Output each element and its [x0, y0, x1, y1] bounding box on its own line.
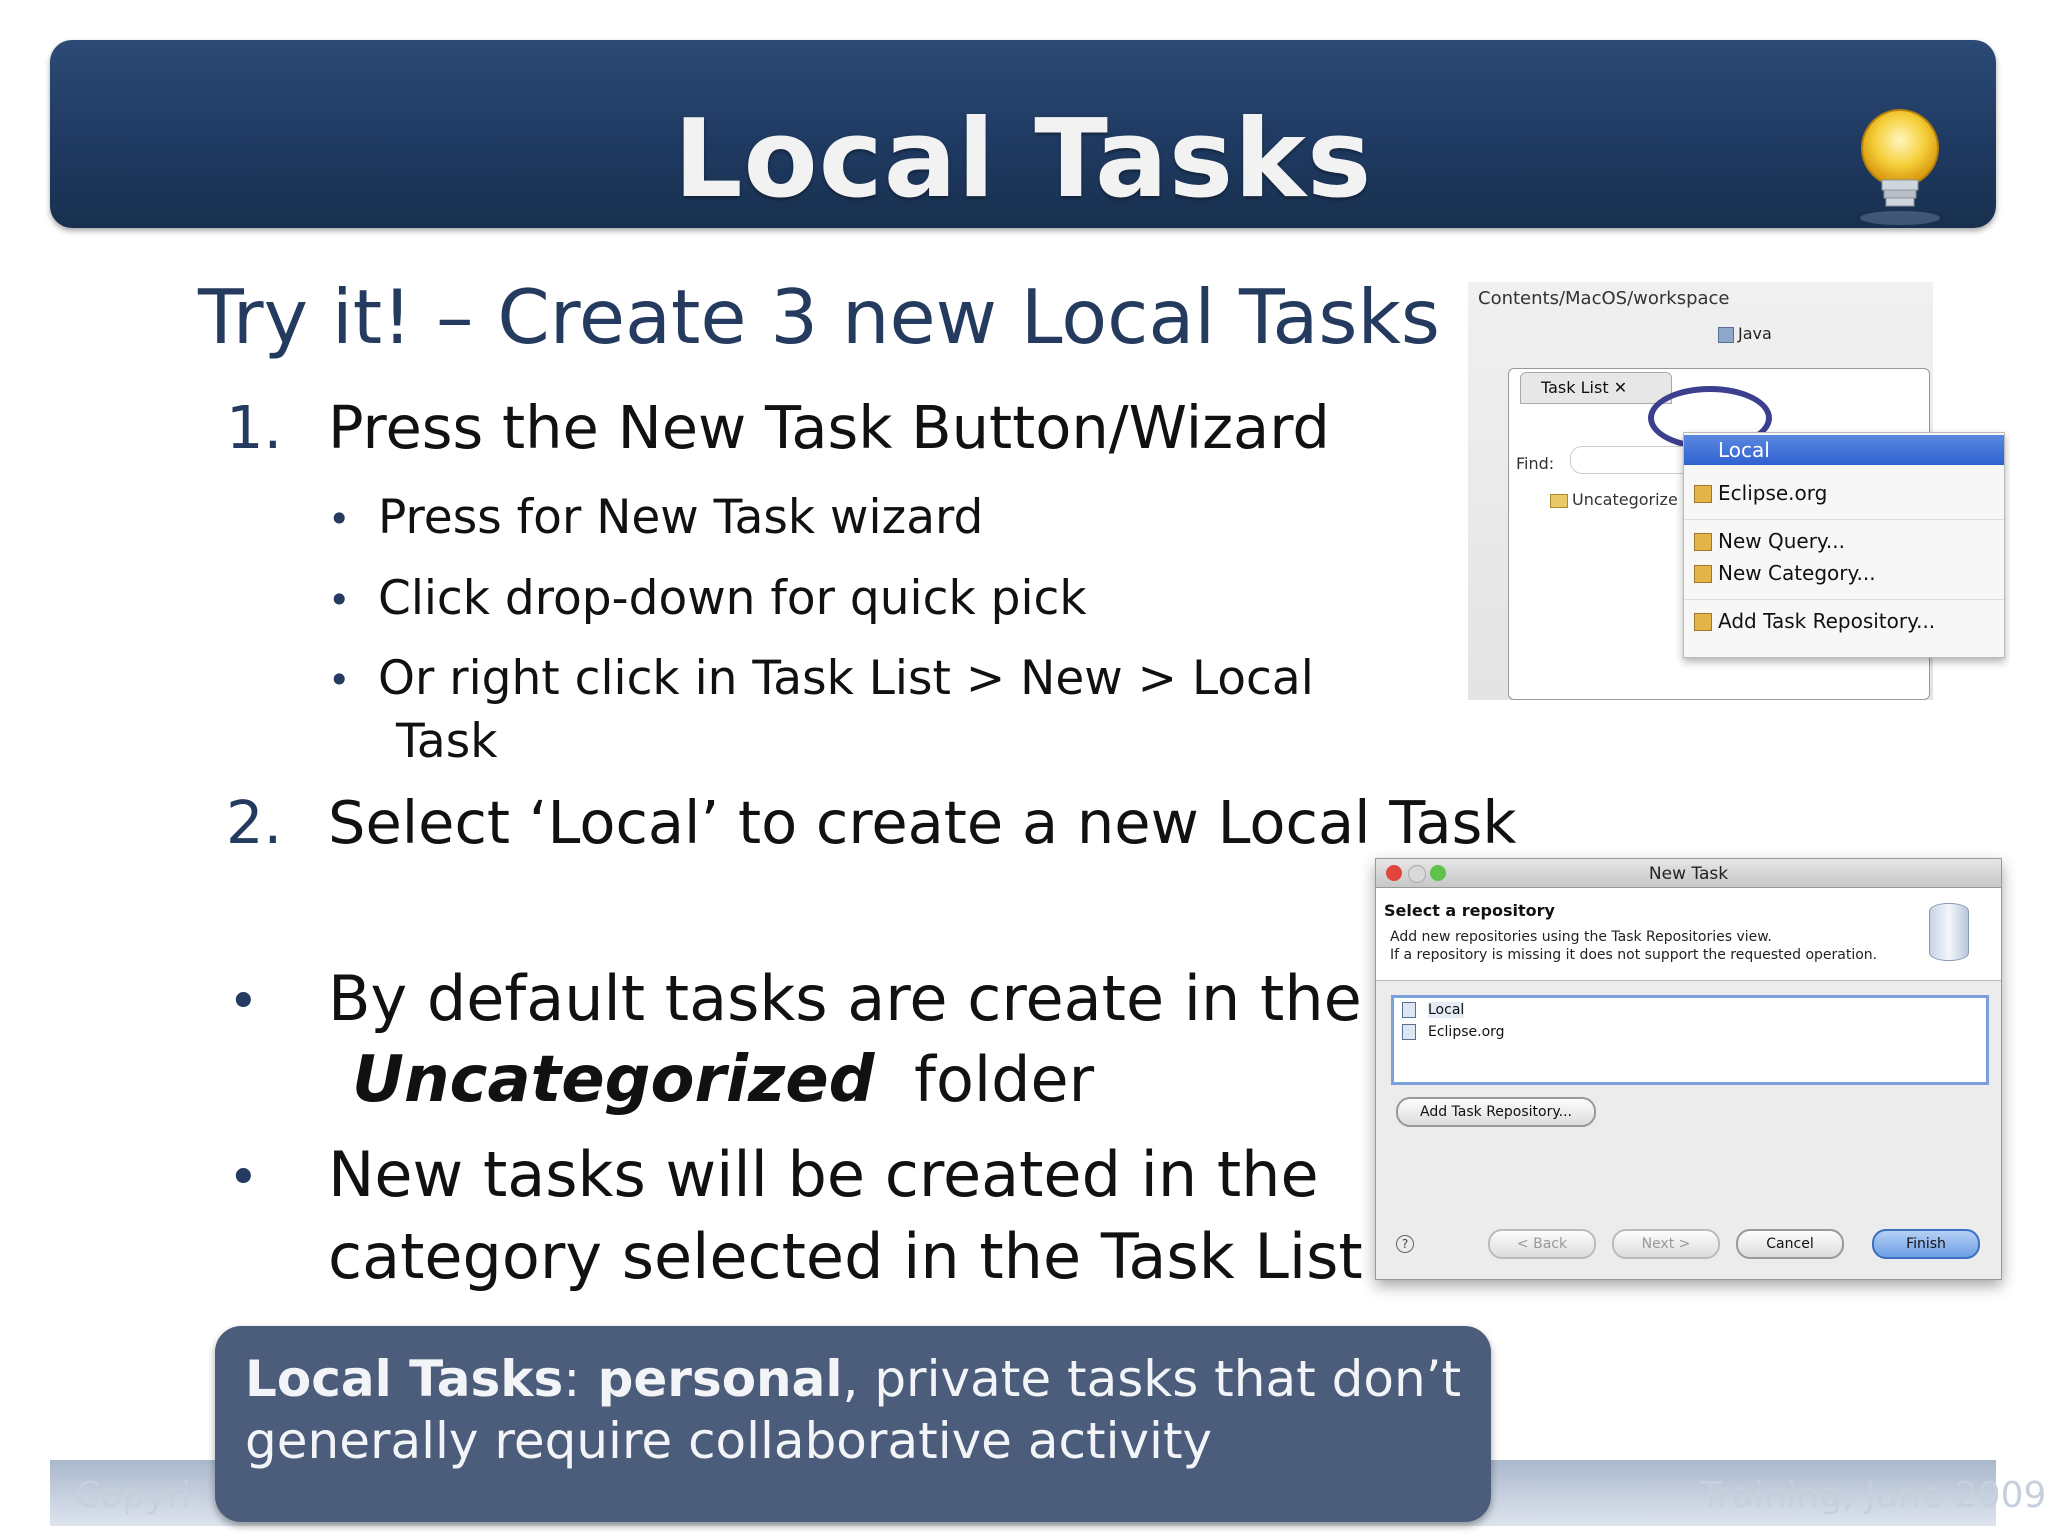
category-icon [1694, 565, 1712, 583]
note-new-line2: category selected in the Task List [328, 1220, 1363, 1293]
workspace-path: Contents/MacOS/workspace [1478, 288, 1730, 309]
tab-label: Task List [1541, 378, 1609, 397]
sub-bullet-continuation: Task [396, 714, 498, 769]
menu-item-new-query[interactable]: New Query... [1718, 529, 1845, 553]
slide-subtitle: Try it! – Create 3 new Local Tasks [198, 273, 1440, 361]
uncategorized-folder[interactable]: Uncategorize [1550, 490, 1678, 509]
sub-bullet: Click drop-down for quick pick [378, 571, 1087, 626]
callout-box: Local Tasks: personal, private tasks tha… [215, 1326, 1491, 1522]
bullet-icon: • [328, 658, 351, 702]
bullet-icon: • [228, 1148, 259, 1208]
query-icon [1694, 533, 1712, 551]
java-perspective-icon [1718, 326, 1734, 343]
find-label: Find: [1516, 454, 1555, 473]
new-task-dropdown-menu: Local Eclipse.org New Query... New Categ… [1683, 432, 2005, 658]
bullet-icon: • [328, 497, 351, 541]
menu-separator [1684, 599, 2004, 600]
perspective-java[interactable]: Java [1718, 324, 1772, 343]
note-new-line1: New tasks will be created in the [328, 1138, 1319, 1211]
tab-task-list[interactable]: Task List ✕ [1520, 372, 1672, 404]
help-icon[interactable]: ? [1396, 1235, 1414, 1253]
uncategorized-emphasis: Uncategorized [352, 1043, 875, 1117]
dialog-description: Add new repositories using the Task Repo… [1390, 929, 1772, 945]
lightbulb-icon [1860, 109, 1940, 225]
folder-icon [1550, 493, 1568, 508]
callout-term: Local Tasks [245, 1350, 564, 1408]
menu-item-eclipse[interactable]: Eclipse.org [1718, 481, 1827, 505]
slide-title: Local Tasks [673, 97, 1373, 222]
note-default-tail: folder [914, 1043, 1095, 1116]
finish-button[interactable]: Finish [1872, 1229, 1980, 1259]
bullet-icon: • [228, 972, 259, 1032]
close-icon[interactable]: ✕ [1614, 378, 1627, 397]
dialog-title: New Task [1648, 864, 1729, 884]
task-list-screenshot: Contents/MacOS/workspace Java Task List … [1468, 282, 2010, 700]
step-text: Press the New Task Button/Wizard [328, 393, 1330, 462]
next-button[interactable]: Next > [1612, 1229, 1720, 1259]
add-repository-icon [1694, 613, 1712, 631]
dialog-description: If a repository is missing it does not s… [1390, 947, 1878, 963]
sub-bullet: Or right click in Task List > New > Loca… [378, 651, 1314, 706]
footer-copyright: Copyri [75, 1475, 192, 1516]
footer-date: Training, June 2009 [1700, 1475, 2047, 1516]
repository-icon [1694, 485, 1712, 503]
note-default-line1: By default tasks are create in the [328, 962, 1362, 1035]
perspective-label: Java [1738, 324, 1772, 343]
back-button[interactable]: < Back [1488, 1229, 1596, 1259]
step-text: Select ‘Local’ to create a new Local Tas… [328, 788, 1517, 857]
callout-text: Local Tasks: personal, private tasks tha… [245, 1348, 1465, 1472]
bullet-icon: • [328, 578, 351, 622]
callout-colon: : [563, 1350, 581, 1408]
sub-bullet: Press for New Task wizard [378, 490, 984, 545]
cancel-button[interactable]: Cancel [1736, 1229, 1844, 1259]
note-default-line2: Uncategorized folder [352, 1048, 1094, 1112]
menu-item-add-repository[interactable]: Add Task Repository... [1718, 609, 1935, 633]
step-number: 2. [226, 788, 283, 857]
step-number: 1. [226, 393, 283, 462]
repository-icon [1402, 1002, 1416, 1018]
menu-separator [1684, 519, 2004, 520]
repository-list[interactable]: Local Eclipse.org [1391, 995, 1989, 1085]
menu-item-local[interactable]: Local [1684, 435, 2004, 465]
menu-item-new-category[interactable]: New Category... [1718, 561, 1876, 585]
title-banner: Local Tasks [50, 40, 1996, 228]
callout-personal: personal [580, 1350, 843, 1408]
new-task-dialog: New Task Select a repository Add new rep… [1375, 858, 2002, 1280]
repository-item-local[interactable]: Local [1428, 1002, 1465, 1018]
repository-icon [1402, 1024, 1416, 1040]
repository-cylinder-icon [1929, 903, 1969, 961]
add-task-repository-button[interactable]: Add Task Repository... [1396, 1097, 1596, 1127]
dialog-heading: Select a repository [1384, 901, 1555, 920]
folder-label: Uncategorize [1572, 490, 1678, 509]
repository-item-eclipse[interactable]: Eclipse.org [1428, 1024, 1505, 1040]
